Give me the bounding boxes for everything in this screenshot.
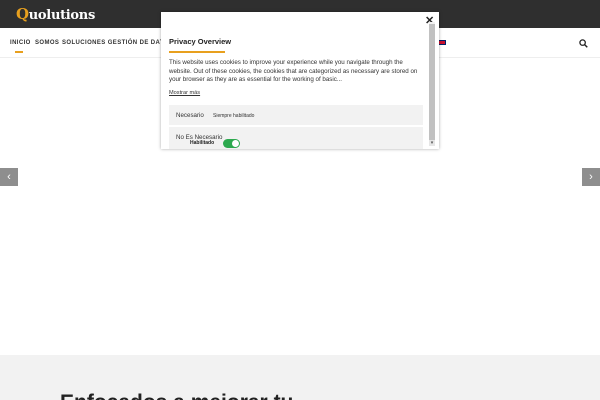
nav-item-inicio[interactable]: INICIO <box>10 40 31 46</box>
category-name: Necesario <box>176 112 204 119</box>
nav-item-somos[interactable]: SOMOS <box>35 40 59 46</box>
modal-title: Privacy Overview <box>169 37 232 46</box>
privacy-overview-modal: ✕ Privacy Overview This website uses coo… <box>161 12 439 149</box>
modal-scrollbar[interactable]: ▾ <box>425 12 439 149</box>
scroll-thumb[interactable] <box>429 24 435 141</box>
slider-next-button[interactable]: › <box>582 168 600 186</box>
toggle-knob <box>232 140 239 147</box>
active-nav-indicator <box>15 51 23 53</box>
toggle-label: Habilitado <box>190 140 215 146</box>
slider-prev-button[interactable]: ‹ <box>0 168 18 186</box>
logo-text: uolutions <box>28 8 96 23</box>
nav-item-soluciones[interactable]: SOLUCIONES GESTIÓN DE DATOS <box>62 40 173 46</box>
content-band: Enfocados a mejorar tu <box>0 355 600 400</box>
uk-flag-icon[interactable] <box>438 40 446 45</box>
section-heading: Enfocados a mejorar tu <box>60 391 293 400</box>
logo-initial: Q <box>16 5 29 23</box>
show-more-link[interactable]: Mostrar más <box>169 90 200 96</box>
logo[interactable]: Quolutions <box>16 5 95 23</box>
page: Quolutions INICIO SOMOS SOLUCIONES GESTI… <box>0 0 600 400</box>
title-underline <box>169 51 225 53</box>
search-icon[interactable] <box>579 39 588 48</box>
enable-toggle[interactable] <box>223 139 240 148</box>
cookie-category-necessary[interactable]: Necesario Siempre habilitado <box>169 105 423 125</box>
scroll-down-icon[interactable]: ▾ <box>429 140 435 146</box>
always-enabled-label: Siempre habilitado <box>213 113 255 119</box>
cookie-category-not-necessary[interactable]: No Es Necesario Habilitado <box>169 127 423 149</box>
privacy-description: This website uses cookies to improve you… <box>169 59 418 84</box>
